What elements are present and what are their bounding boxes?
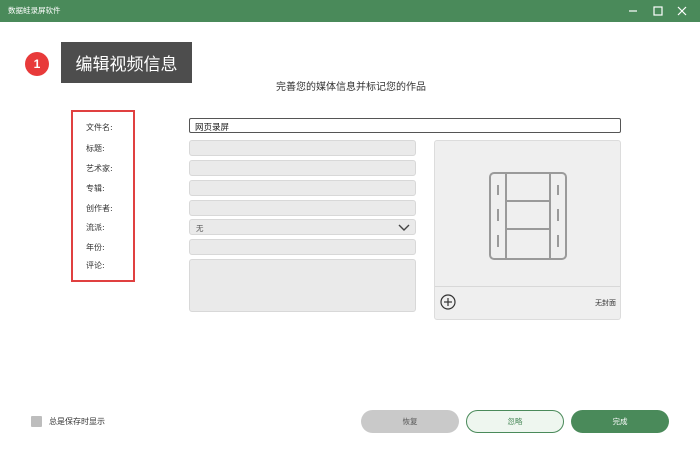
callout-label: 编辑视频信息 — [61, 42, 192, 83]
creator-label: 创作者: — [86, 204, 113, 213]
minimize-button[interactable] — [621, 0, 645, 22]
genre-selected-value: 无 — [196, 224, 204, 233]
comment-textarea[interactable] — [189, 259, 416, 312]
restore-button[interactable]: 恢复 — [361, 410, 459, 433]
film-strip-icon — [489, 172, 567, 260]
labels-highlight-box — [71, 110, 135, 282]
genre-select[interactable]: 无 — [189, 219, 416, 235]
window-title: 数据蛙录屏软件 — [8, 6, 61, 15]
filename-label: 文件名: — [86, 123, 113, 132]
add-cover-button[interactable] — [440, 294, 456, 310]
year-label: 年份: — [86, 243, 105, 252]
genre-label: 流派: — [86, 223, 105, 232]
artist-input[interactable] — [189, 160, 416, 176]
cover-panel: 无封面 — [434, 140, 621, 320]
always-show-checkbox[interactable] — [31, 416, 42, 427]
no-cover-label: 无封面 — [595, 299, 616, 307]
always-show-label: 总是保存时显示 — [49, 417, 105, 426]
creator-input[interactable] — [189, 200, 416, 216]
artist-label: 艺术家: — [86, 164, 113, 173]
minimize-icon — [629, 10, 637, 12]
done-button[interactable]: 完成 — [571, 410, 669, 433]
title-input[interactable] — [189, 140, 416, 156]
title-label: 标题: — [86, 144, 105, 153]
close-icon — [677, 6, 687, 16]
title-bar: 数据蛙录屏软件 — [0, 0, 700, 22]
maximize-button[interactable] — [646, 0, 670, 22]
album-input[interactable] — [189, 180, 416, 196]
step-badge: 1 — [25, 52, 49, 76]
filename-input[interactable]: 网页录屏 — [189, 118, 621, 133]
chevron-down-icon — [398, 224, 410, 231]
page-subtitle: 完善您的媒体信息并标记您的作品 — [276, 82, 426, 93]
maximize-icon — [653, 6, 663, 16]
ignore-button[interactable]: 忽略 — [466, 410, 564, 433]
album-label: 专辑: — [86, 184, 105, 193]
cover-divider — [435, 286, 620, 287]
comment-label: 评论: — [86, 261, 105, 270]
close-button[interactable] — [670, 0, 694, 22]
year-input[interactable] — [189, 239, 416, 255]
